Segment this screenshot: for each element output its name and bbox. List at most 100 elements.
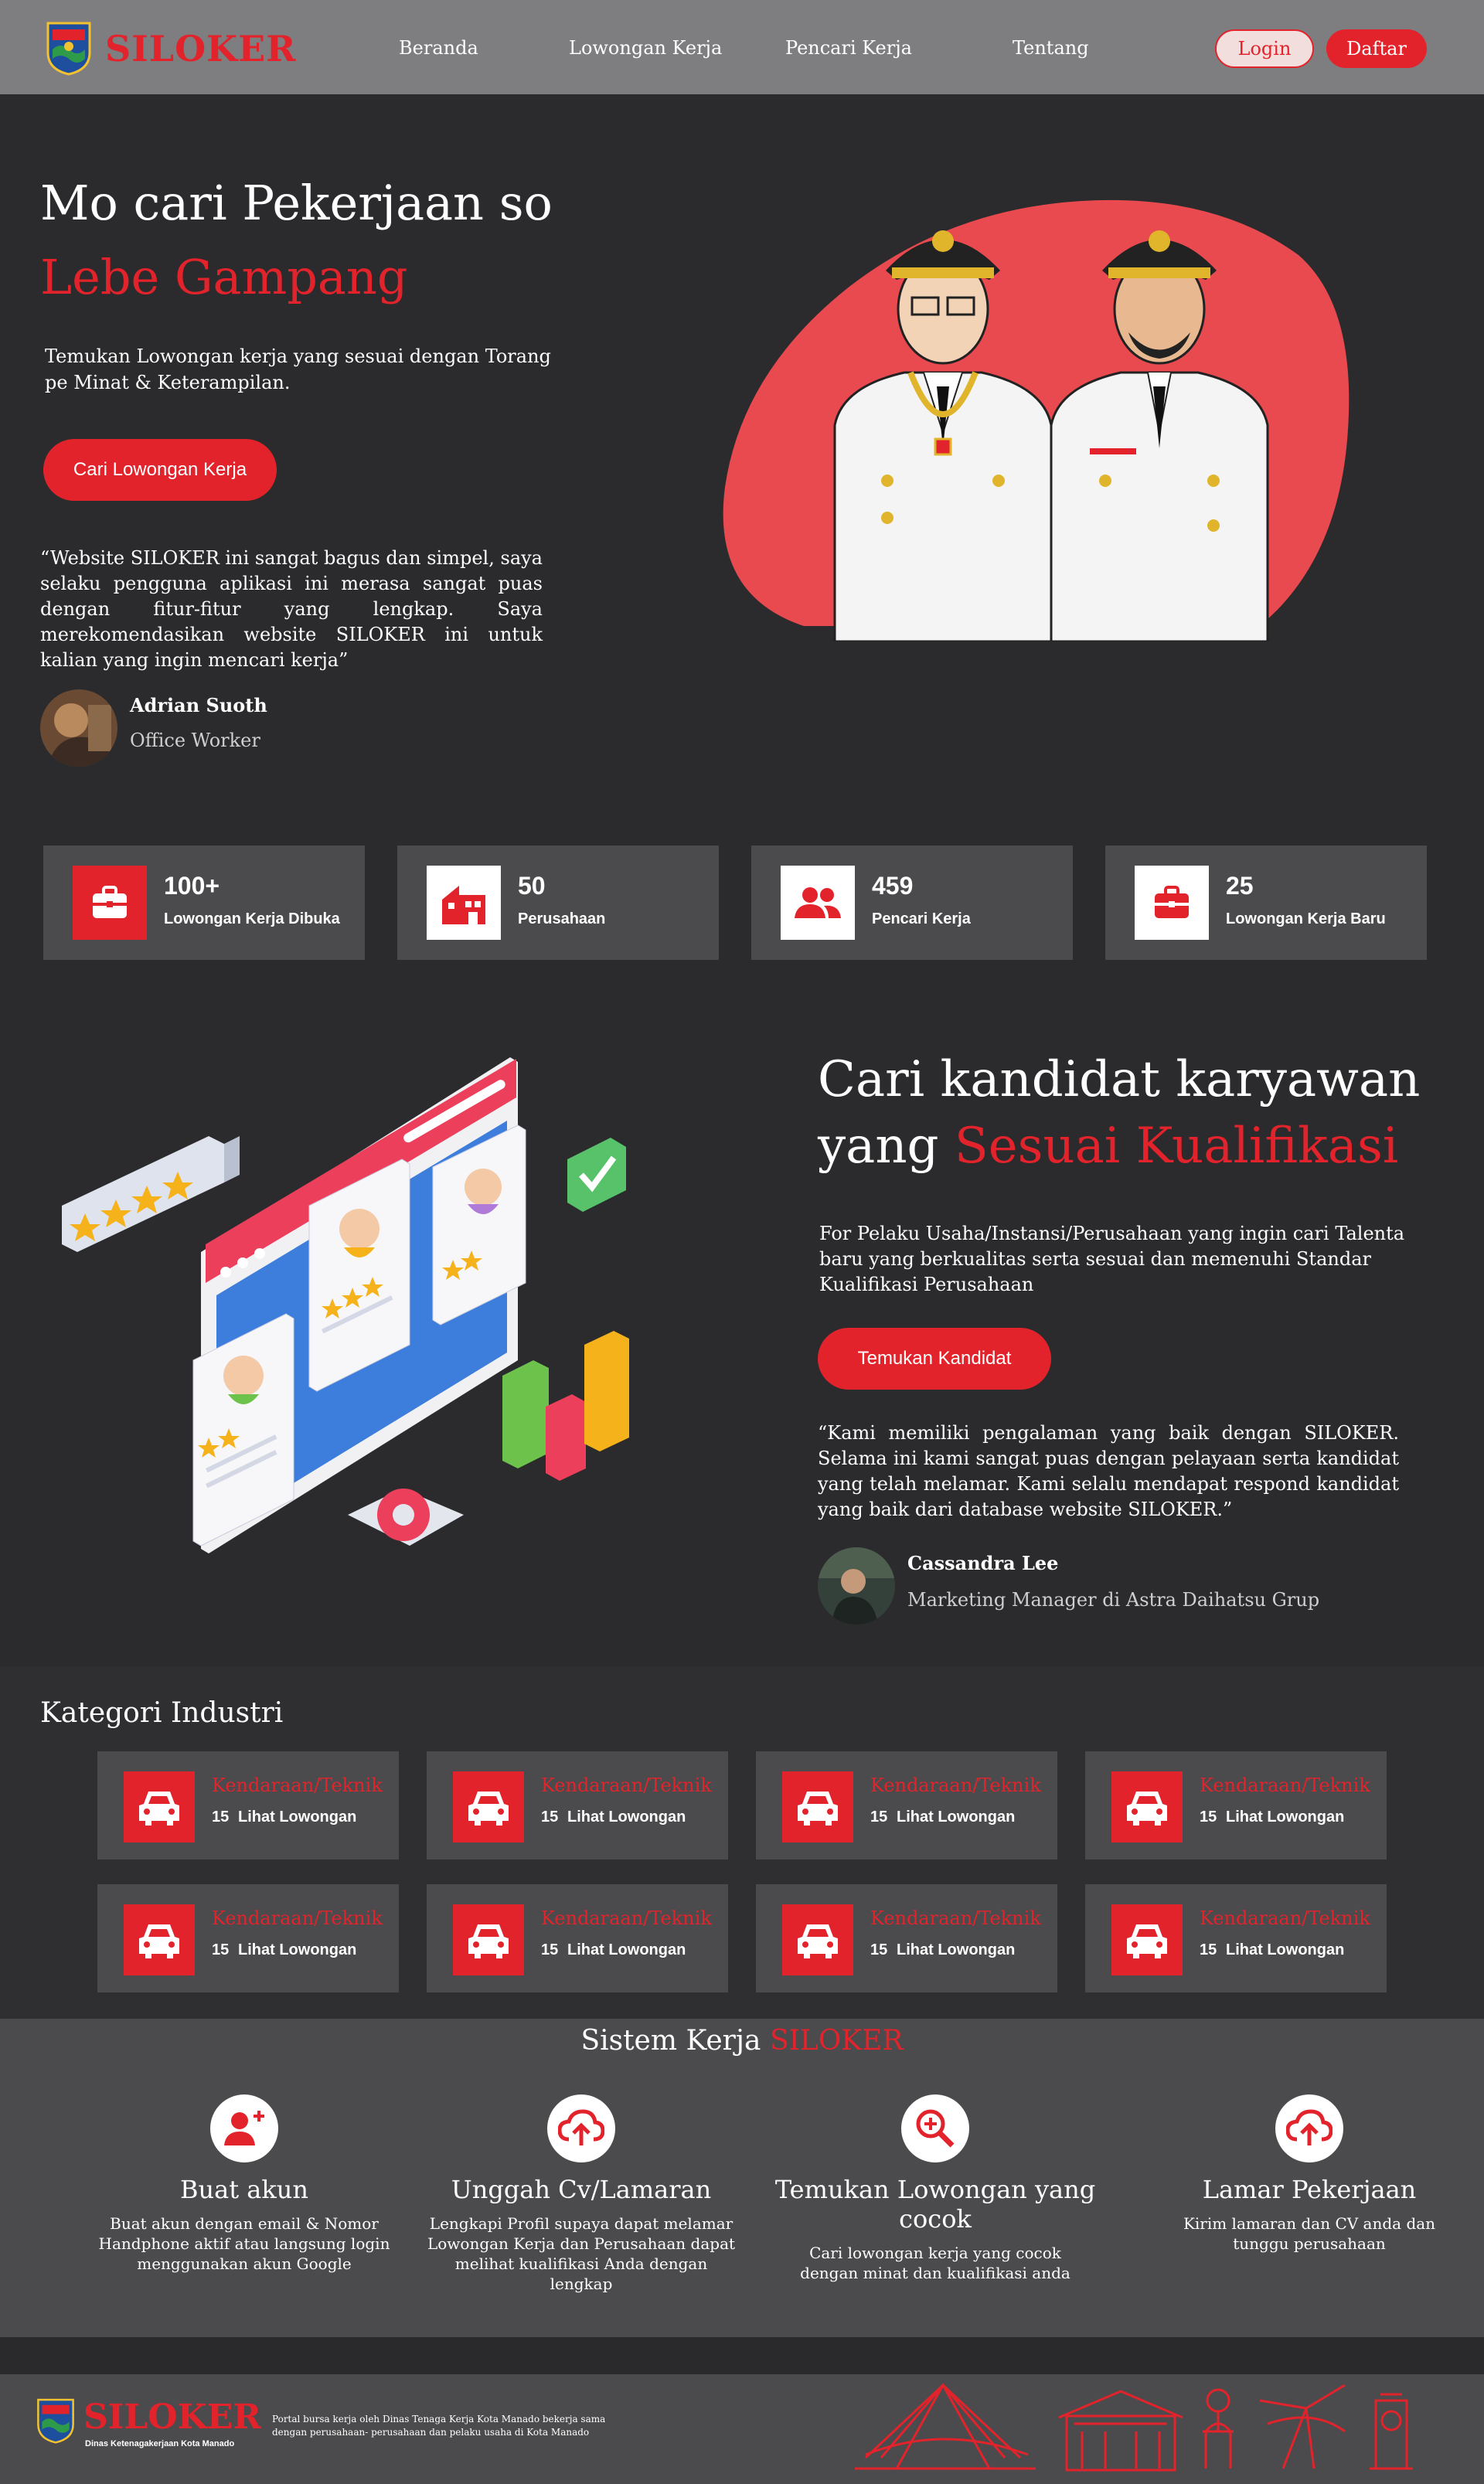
nav-link-tentang[interactable]: Tentang	[1013, 37, 1089, 59]
car-icon	[1111, 1771, 1183, 1843]
stat-label: Perusahaan	[518, 910, 606, 927]
avatar	[40, 689, 117, 767]
lihat-lowongan-link[interactable]: Lihat Lowongan	[238, 1941, 356, 1959]
testimonial-person-role: Office Worker	[130, 730, 260, 751]
employer-title-line2: yang Sesuai Kualifikasi	[818, 1118, 1398, 1175]
step-unggah-cv: Unggah Cv/Lamaran Lengkapi Profil supaya…	[425, 2094, 737, 2294]
hero-description: Temukan Lowongan kerja yang sesuai denga…	[45, 345, 551, 393]
kategori-name: Kendaraan/Teknik	[212, 1775, 383, 1796]
lihat-lowongan-link[interactable]: Lihat Lowongan	[897, 1941, 1015, 1959]
avatar	[818, 1547, 895, 1625]
step-title: Buat akun	[180, 2175, 308, 2204]
employer-title-plain: yang	[818, 1118, 955, 1175]
manado-landmarks-illustration	[855, 2382, 1413, 2472]
stat-card-perusahaan[interactable]: 50 Perusahaan	[397, 846, 719, 960]
cloud-upload-icon	[547, 2094, 615, 2162]
kategori-count: 15	[541, 1941, 559, 1958]
footer-subtitle: Dinas Ketenagakerjaan Kota Manado	[85, 2439, 235, 2448]
step-description: Cari lowongan kerja yang cocok dengan mi…	[800, 2244, 1070, 2282]
lihat-lowongan-link[interactable]: Lihat Lowongan	[567, 1941, 686, 1959]
step-title: Lamar Pekerjaan	[1202, 2175, 1417, 2204]
kategori-count: 15	[1200, 1809, 1217, 1826]
kategori-count: 15	[212, 1941, 230, 1958]
step-description: Lengkapi Profil supaya dapat melamar Low…	[427, 2214, 736, 2293]
sistem-title-red: SILOKER	[769, 2025, 904, 2057]
kategori-card[interactable]: Kendaraan/Teknik 15 Lihat Lowongan	[1085, 1884, 1387, 1992]
stat-value: 25	[1226, 872, 1254, 900]
temukan-kandidat-button[interactable]: Temukan Kandidat	[818, 1328, 1051, 1390]
kategori-card[interactable]: Kendaraan/Teknik 15 Lihat Lowongan	[1085, 1751, 1387, 1860]
employer-description: For Pelaku Usaha/Instansi/Perusahaan yan…	[819, 1223, 1405, 1295]
kategori-title: Kategori Industri	[40, 1697, 284, 1729]
kategori-card[interactable]: Kendaraan/Teknik 15 Lihat Lowongan	[427, 1751, 728, 1860]
brand-name[interactable]: SILOKER	[105, 28, 296, 70]
stat-card-lowongan[interactable]: 100+ Lowongan Kerja Dibuka	[43, 846, 365, 960]
lihat-lowongan-link[interactable]: Lihat Lowongan	[1226, 1809, 1344, 1826]
step-title: Temukan Lowongan yang cocok	[774, 2175, 1096, 2234]
stat-label: Lowongan Kerja Baru	[1226, 910, 1386, 927]
cari-lowongan-button[interactable]: Cari Lowongan Kerja	[43, 439, 277, 501]
kategori-card[interactable]: Kendaraan/Teknik 15 Lihat Lowongan	[756, 1884, 1057, 1992]
cloud-upload-icon	[1275, 2094, 1343, 2162]
kategori-name: Kendaraan/Teknik	[870, 1775, 1041, 1796]
daftar-button[interactable]: Daftar	[1326, 29, 1427, 68]
briefcase-icon	[73, 866, 147, 940]
kategori-card[interactable]: Kendaraan/Teknik 15 Lihat Lowongan	[756, 1751, 1057, 1860]
lihat-lowongan-link[interactable]: Lihat Lowongan	[1226, 1941, 1344, 1959]
lihat-lowongan-link[interactable]: Lihat Lowongan	[897, 1809, 1015, 1826]
kategori-name: Kendaraan/Teknik	[1200, 1775, 1370, 1796]
kategori-count: 15	[870, 1809, 888, 1826]
car-icon	[453, 1771, 524, 1843]
stat-value: 459	[872, 872, 914, 900]
building-icon	[427, 866, 501, 940]
testimonial-person-name: Adrian Suoth	[130, 694, 267, 716]
kategori-card[interactable]: Kendaraan/Teknik 15 Lihat Lowongan	[97, 1751, 399, 1860]
car-icon	[124, 1771, 195, 1843]
officials-illustration	[723, 199, 1350, 641]
nav-link-lowongan-kerja[interactable]: Lowongan Kerja	[569, 37, 722, 59]
kategori-card[interactable]: Kendaraan/Teknik 15 Lihat Lowongan	[427, 1884, 728, 1992]
kategori-name: Kendaraan/Teknik	[1200, 1907, 1370, 1929]
kategori-name: Kendaraan/Teknik	[541, 1775, 712, 1796]
stat-card-lowongan-baru[interactable]: 25 Lowongan Kerja Baru	[1105, 846, 1427, 960]
candidate-profiles-illustration	[62, 1057, 629, 1553]
lihat-lowongan-link[interactable]: Lihat Lowongan	[238, 1809, 356, 1826]
step-temukan-lowongan: Temukan Lowongan yang cocok Cari lowonga…	[742, 2094, 1128, 2283]
employer-title-red: Sesuai Kualifikasi	[954, 1118, 1399, 1175]
sistem-kerja-title: Sistem Kerja SILOKER	[0, 2025, 1484, 2057]
step-lamar-pekerjaan: Lamar Pekerjaan Kirim lamaran dan CV and…	[1155, 2094, 1464, 2254]
footer-brand[interactable]: SILOKER	[83, 2397, 261, 2437]
add-user-icon	[210, 2094, 278, 2162]
testimonial-person-name: Cassandra Lee	[907, 1552, 1059, 1574]
lihat-lowongan-link[interactable]: Lihat Lowongan	[567, 1809, 686, 1826]
kategori-name: Kendaraan/Teknik	[541, 1907, 712, 1929]
nav-link-beranda[interactable]: Beranda	[399, 37, 478, 59]
stat-value: 50	[518, 872, 546, 900]
manado-seal-logo[interactable]	[45, 19, 93, 76]
step-buat-akun: Buat akun Buat akun dengan email & Nomor…	[90, 2094, 399, 2274]
search-plus-icon	[901, 2094, 969, 2162]
footer: SILOKER Dinas Ketenagakerjaan Kota Manad…	[0, 2374, 1484, 2484]
step-description: Buat akun dengan email & Nomor Handphone…	[98, 2214, 390, 2273]
testimonial-person-role: Marketing Manager di Astra Daihatsu Grup	[907, 1589, 1320, 1611]
footer-divider	[0, 2337, 1484, 2374]
kategori-count: 15	[1200, 1941, 1217, 1958]
footer-description: Portal bursa kerja oleh Dinas Tenaga Ker…	[272, 2414, 606, 2438]
car-icon	[453, 1904, 524, 1975]
briefcase-icon	[1135, 866, 1209, 940]
people-icon	[781, 866, 855, 940]
nav-link-pencari-kerja[interactable]: Pencari Kerja	[785, 37, 912, 59]
step-title: Unggah Cv/Lamaran	[451, 2175, 712, 2204]
kategori-name: Kendaraan/Teknik	[870, 1907, 1041, 1929]
step-description: Kirim lamaran dan CV anda dan tunggu per…	[1183, 2214, 1436, 2253]
kategori-count: 15	[541, 1809, 559, 1826]
car-icon	[782, 1904, 853, 1975]
hero-testimonial-quote: “Website SILOKER ini sangat bagus dan si…	[40, 547, 543, 671]
manado-seal-logo	[37, 2398, 74, 2444]
stat-card-pencari-kerja[interactable]: 459 Pencari Kerja	[751, 846, 1073, 960]
car-icon	[782, 1771, 853, 1843]
stat-value: 100+	[164, 872, 220, 900]
car-icon	[1111, 1904, 1183, 1975]
login-button[interactable]: Login	[1215, 29, 1314, 68]
kategori-card[interactable]: Kendaraan/Teknik 15 Lihat Lowongan	[97, 1884, 399, 1992]
